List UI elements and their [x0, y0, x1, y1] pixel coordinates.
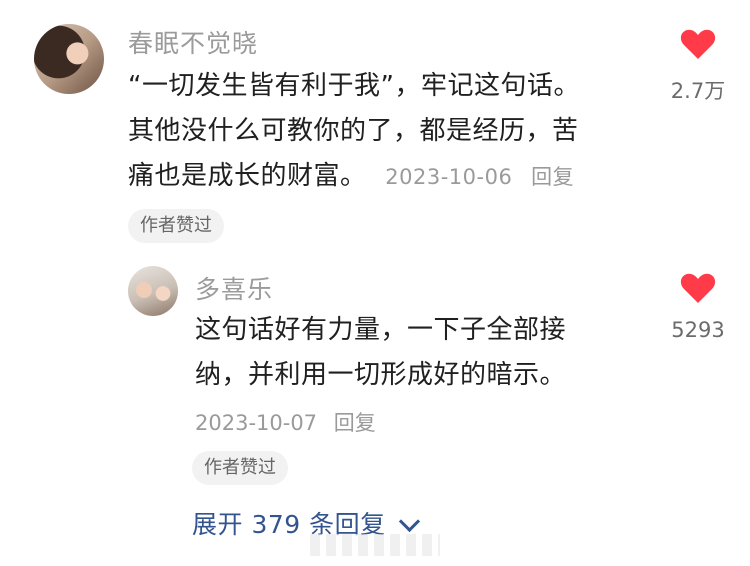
reply-reply-button[interactable]: 回复	[334, 411, 376, 435]
comment-line-3: 痛也是成长的财富。 2023-10-06 回复	[128, 154, 574, 200]
heart-icon[interactable]	[680, 28, 716, 60]
author-liked-badge: 作者赞过	[192, 451, 288, 485]
like-count: 5293	[671, 318, 725, 342]
comment-reply-button[interactable]: 回复	[531, 165, 574, 189]
avatar[interactable]	[34, 24, 104, 94]
watermark	[310, 534, 440, 556]
author-liked-badge: 作者赞过	[128, 209, 224, 243]
like-count: 2.7万	[670, 79, 726, 103]
reply-username[interactable]: 多喜乐	[195, 270, 273, 306]
comment-line-1: “一切发生皆有利于我”，牢记这句话。	[128, 71, 580, 101]
chevron-down-icon[interactable]	[398, 510, 421, 533]
comment-date: 2023-10-06	[385, 165, 513, 189]
heart-icon[interactable]	[680, 272, 716, 304]
reply-line-2: 纳，并利用一切形成好的暗示。	[195, 360, 567, 390]
avatar[interactable]	[128, 266, 178, 316]
comment-line-2: 其他没什么可教你的了，都是经历，苦	[128, 116, 579, 146]
comment-line-3-text: 痛也是成长的财富。	[128, 161, 367, 191]
comment-username[interactable]: 春眠不觉晓	[128, 24, 258, 60]
reply-line-1: 这句话好有力量，一下子全部接	[195, 315, 567, 345]
reply-date: 2023-10-07	[195, 411, 318, 435]
reply-meta: 2023-10-07 回复	[195, 407, 376, 437]
